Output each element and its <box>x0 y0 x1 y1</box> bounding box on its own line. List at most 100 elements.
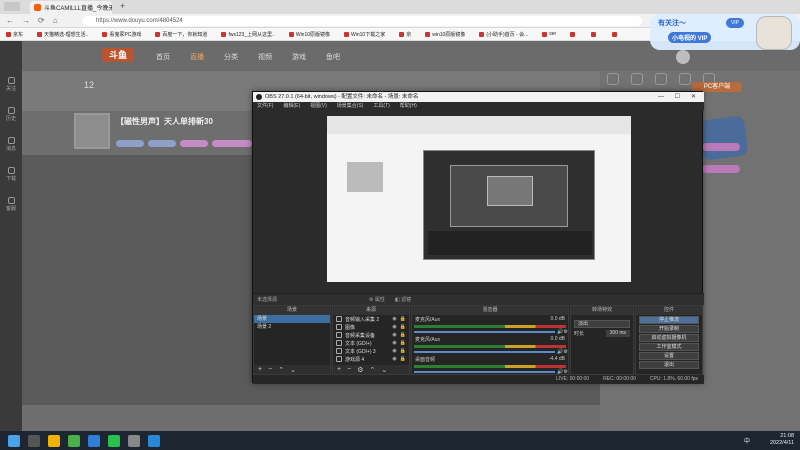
bookmark-item[interactable]: ser <box>542 31 556 37</box>
taskbar-clock[interactable]: 21:08 2022/4/11 <box>770 433 794 447</box>
bookmark-item[interactable] <box>591 31 598 37</box>
new-tab-button[interactable]: + <box>120 1 125 11</box>
obs-menu-item[interactable]: 场景集合(S) <box>337 102 364 111</box>
control-button[interactable]: 启动虚拟摄像机 <box>639 334 699 342</box>
star-icon[interactable] <box>631 73 643 85</box>
bookmark-item[interactable]: 京东 <box>6 31 23 38</box>
control-button[interactable]: 停止推流 <box>639 316 699 324</box>
source-item[interactable]: 文本 (GDI+) 3 ◉ 🔒 <box>333 347 409 355</box>
lock-icon[interactable]: 🔒 <box>400 348 406 354</box>
source-item[interactable]: 音频采集设备 ◉ 🔒 <box>333 331 409 339</box>
obs-menu-item[interactable]: 工具(T) <box>373 102 389 111</box>
tag-pill[interactable] <box>116 140 144 147</box>
input-language[interactable]: 中 <box>744 436 750 445</box>
eye-icon[interactable]: ◉ <box>392 348 396 354</box>
lock-icon[interactable]: 🔒 <box>400 316 406 322</box>
left-nav-item[interactable]: 客服 <box>4 197 18 215</box>
bookmark-item[interactable]: (小助手)首页 - 会... <box>479 31 528 38</box>
obs-preview[interactable] <box>327 116 631 282</box>
gear-icon[interactable]: ⚙ <box>564 349 568 355</box>
promo-pill[interactable] <box>702 165 740 173</box>
maximize-icon[interactable]: ☐ <box>675 92 680 102</box>
tag-pill[interactable] <box>180 140 208 147</box>
transition-select[interactable]: 淡出 <box>574 320 630 328</box>
url-input[interactable]: https://www.douyu.com/4804524 <box>82 16 642 26</box>
down-icon[interactable]: ⌄ <box>290 366 296 374</box>
bookmark-item[interactable] <box>570 31 577 37</box>
nav-buttons-icon[interactable]: ←→⟳⌂ <box>6 16 66 25</box>
eye-icon[interactable]: ◉ <box>392 340 396 346</box>
source-item[interactable]: 图像 ◉ 🔒 <box>333 323 409 331</box>
message-icon[interactable] <box>679 73 691 85</box>
gear-icon[interactable]: ⚙ <box>357 366 363 374</box>
top-nav-item[interactable]: 分类 <box>224 52 238 62</box>
streamer-avatar[interactable] <box>74 113 110 149</box>
control-button[interactable]: 开始录制 <box>639 325 699 333</box>
lock-icon[interactable]: 🔒 <box>400 356 406 362</box>
bookmark-item[interactable]: win10原版镜像 <box>425 31 465 38</box>
top-nav-item[interactable]: 视频 <box>258 52 272 62</box>
tag-pill[interactable] <box>212 140 252 147</box>
search-icon[interactable] <box>28 434 40 447</box>
left-nav-item[interactable]: 下载 <box>4 167 18 185</box>
source-item[interactable]: 文本 (GDI+) ◉ 🔒 <box>333 339 409 347</box>
obs-menu-item[interactable]: 文件(F) <box>257 102 273 111</box>
scene-item[interactable]: 场景 2 <box>254 323 330 331</box>
top-nav-item[interactable]: 直播 <box>190 52 204 62</box>
browser-icon[interactable] <box>68 434 80 447</box>
promo-image[interactable] <box>697 114 749 162</box>
windows-start-icon[interactable] <box>8 434 20 447</box>
obs-taskbar-icon[interactable] <box>128 434 140 447</box>
obs-menu-item[interactable]: 视图(V) <box>310 102 327 111</box>
remove-icon[interactable]: − <box>268 366 272 373</box>
remove-icon[interactable]: − <box>347 366 351 373</box>
share-icon[interactable] <box>655 73 667 85</box>
floating-widget[interactable]: 有关注～ 小电视的 VIP VIP <box>650 14 800 50</box>
tag-pill[interactable] <box>148 140 176 147</box>
app-icon[interactable] <box>88 434 100 447</box>
gift-icon[interactable] <box>607 73 619 85</box>
source-item[interactable]: 音频输入采集 2 ◉ 🔒 <box>333 315 409 323</box>
top-nav-item[interactable]: 首页 <box>156 52 170 62</box>
left-nav-item[interactable]: 关注 <box>4 77 18 95</box>
bookmark-item[interactable] <box>612 31 619 37</box>
add-icon[interactable]: + <box>258 366 262 373</box>
up-icon[interactable]: ⌃ <box>278 366 284 374</box>
top-nav-item[interactable]: 鱼吧 <box>326 52 340 62</box>
volume-slider[interactable] <box>414 331 556 333</box>
lock-icon[interactable]: 🔒 <box>400 324 406 330</box>
eye-icon[interactable]: ◉ <box>392 324 396 330</box>
obs-menu-item[interactable]: 编辑(E) <box>283 102 300 111</box>
close-icon[interactable]: ✕ <box>691 92 696 102</box>
bookmark-item[interactable]: 看鬼冢PC游戏 <box>102 31 141 38</box>
eye-icon[interactable]: ◉ <box>392 356 396 362</box>
control-button[interactable]: 工作室模式 <box>639 343 699 351</box>
gear-icon[interactable]: ⚙ <box>564 329 568 335</box>
add-icon[interactable]: + <box>337 366 341 373</box>
lock-icon[interactable]: 🔒 <box>400 332 406 338</box>
bookmark-item[interactable]: Win10下载之家 <box>344 31 385 38</box>
bookmark-item[interactable]: 天猫精选-理想生活.. <box>37 31 88 38</box>
obs-menu-item[interactable]: 帮助(H) <box>400 102 417 111</box>
left-nav-item[interactable]: 消息 <box>4 137 18 155</box>
lock-icon[interactable]: 🔒 <box>400 340 406 346</box>
source-item[interactable]: 游戏源 4 ◉ 🔒 <box>333 355 409 363</box>
wechat-icon[interactable] <box>108 434 120 447</box>
bookmark-item[interactable]: Win10原版镜像 <box>288 31 330 38</box>
volume-slider[interactable] <box>414 351 556 353</box>
bookmark-item[interactable]: 京 <box>399 31 411 38</box>
bookmark-item[interactable]: fws123_上网从这里.. <box>221 31 275 38</box>
scene-item[interactable]: 场景 <box>254 315 330 323</box>
top-nav-item[interactable]: 游戏 <box>292 52 306 62</box>
user-avatar[interactable] <box>676 50 690 64</box>
control-button[interactable]: 退出 <box>639 361 699 369</box>
control-button[interactable]: 设置 <box>639 352 699 360</box>
promo-pill[interactable] <box>702 143 740 151</box>
minimize-icon[interactable]: — <box>658 92 664 102</box>
down-icon[interactable]: ⌄ <box>381 366 387 374</box>
bookmark-item[interactable]: 百度一下，你就知道 <box>155 31 207 38</box>
left-nav-item[interactable]: 历史 <box>4 107 18 125</box>
duration-input[interactable]: 300 ms <box>605 330 630 337</box>
eye-icon[interactable]: ◉ <box>392 332 396 338</box>
douyu-logo[interactable]: 斗鱼 <box>102 48 134 62</box>
